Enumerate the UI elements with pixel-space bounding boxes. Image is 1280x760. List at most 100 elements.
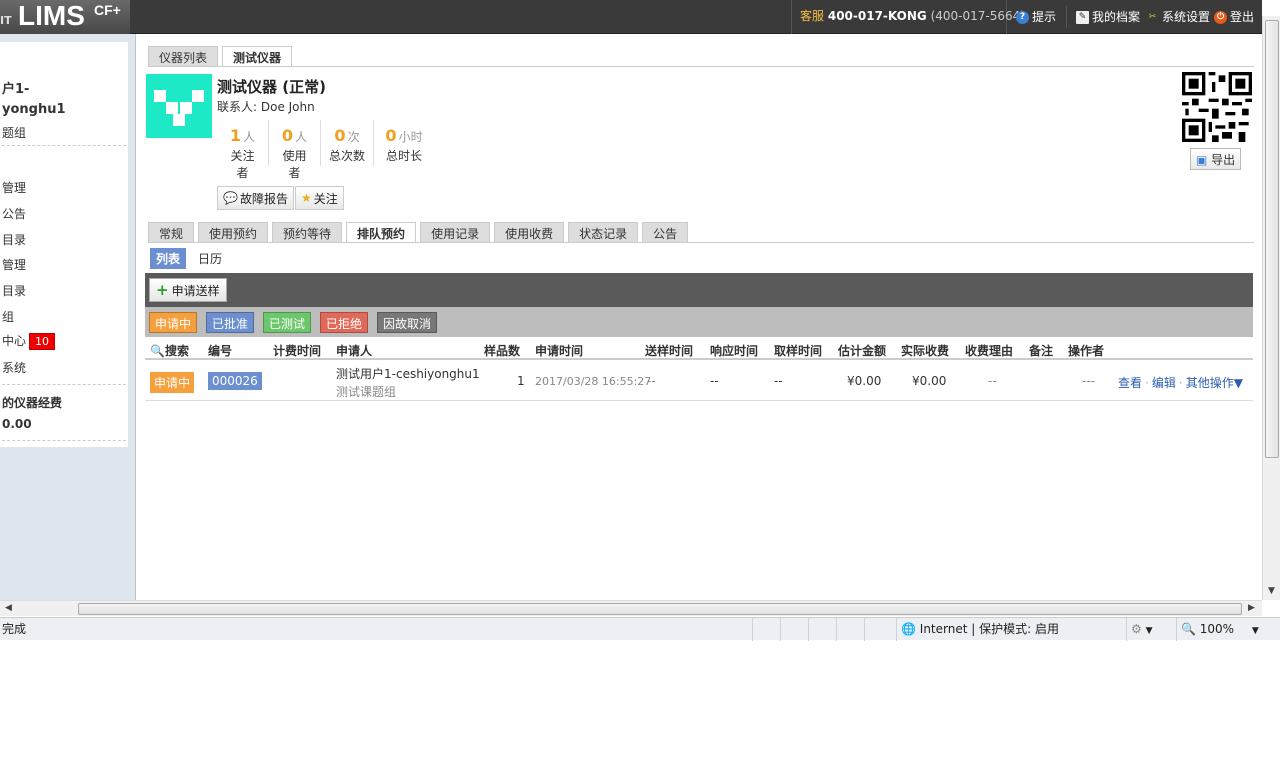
th-apply-time[interactable]: 申请时间: [535, 342, 583, 359]
sidebar-item-announcements[interactable]: 公告: [2, 205, 26, 222]
row-estimated-amount: ¥0.00: [847, 374, 882, 388]
chevron-down-icon: ▼: [1251, 626, 1259, 636]
tab-usage-fees[interactable]: 使用收费: [494, 222, 565, 242]
user-name-line2: yonghu1: [2, 102, 66, 117]
tab-usage-records[interactable]: 使用记录: [420, 222, 491, 242]
tab-status-records[interactable]: 状态记录: [568, 222, 639, 242]
zoom-control[interactable]: 🔍 100% ▼: [1176, 618, 1266, 641]
stat-followers-unit: 人: [243, 130, 256, 144]
filter-tested[interactable]: 已测试: [263, 312, 312, 333]
sidebar-divider: [2, 145, 126, 146]
scroll-right-arrow-icon[interactable]: ▶: [1248, 603, 1255, 613]
search-icon: 🔍: [150, 344, 165, 358]
scroll-left-arrow-icon[interactable]: ◀: [5, 603, 12, 613]
search-column[interactable]: 🔍搜索: [150, 342, 189, 359]
notification-badge: 10: [29, 333, 56, 350]
hotline-number: 400-017-KONG: [827, 9, 927, 23]
stat-users-label: 使用者: [282, 149, 307, 180]
profile-link[interactable]: ✎ 我的档案: [1076, 0, 1140, 34]
profile-label: 我的档案: [1092, 10, 1141, 24]
settings-link[interactable]: ✂ 系统设置: [1146, 0, 1210, 34]
th-estimated-amount[interactable]: 估计金额: [838, 342, 886, 359]
tab-instrument-list[interactable]: 仪器列表: [148, 46, 219, 66]
sidebar-item-management-2[interactable]: 管理: [2, 256, 26, 273]
filter-pending[interactable]: 申请中: [149, 312, 198, 333]
sidebar-user-name[interactable]: 户1- yonghu1: [2, 80, 66, 120]
tab-general[interactable]: 常规: [148, 222, 195, 242]
th-take-time[interactable]: 取样时间: [774, 342, 822, 359]
th-samples[interactable]: 样品数: [484, 342, 520, 359]
follow-button[interactable]: ★ 关注: [295, 186, 344, 210]
sidebar-item-center-label: 中心: [2, 334, 27, 348]
status-cell: [808, 618, 836, 641]
row-send-time: --: [647, 374, 656, 388]
edit-link[interactable]: 编辑: [1152, 376, 1176, 390]
filter-cancelled[interactable]: 因故取消: [377, 312, 438, 333]
th-fee-reason[interactable]: 收费理由: [965, 342, 1013, 359]
sidebar-item-catalog[interactable]: 目录: [2, 231, 26, 248]
tab-test-instrument[interactable]: 测试仪器: [222, 46, 293, 67]
th-operator[interactable]: 操作者: [1068, 342, 1104, 359]
th-id[interactable]: 编号: [208, 342, 232, 359]
th-send-time[interactable]: 送样时间: [645, 342, 693, 359]
th-response-time[interactable]: 响应时间: [710, 342, 758, 359]
detail-tabs: 常规 使用预约 预约等待 排队预约 使用记录 使用收费 状态记录 公告: [148, 222, 689, 243]
sidebar-item-group[interactable]: 组: [2, 308, 14, 325]
row-take-time: --: [774, 374, 783, 388]
vertical-scroll-thumb[interactable]: [1265, 20, 1279, 458]
stat-count[interactable]: 0次 总次数: [321, 120, 374, 166]
tab-list-view[interactable]: 列表: [150, 248, 187, 269]
security-zone[interactable]: 🌐 Internet | 保护模式: 启用: [896, 618, 1126, 641]
tabs-divider: [148, 66, 1254, 67]
sidebar-user-group[interactable]: 题组: [2, 124, 26, 141]
logout-link[interactable]: ⏻ 登出: [1214, 0, 1254, 34]
filter-rejected[interactable]: 已拒绝: [320, 312, 369, 333]
stat-followers-num: 1: [229, 126, 242, 145]
row-samples: 1: [517, 374, 525, 388]
sidebar-item-system[interactable]: 系统: [2, 359, 26, 376]
protected-mode-toggle[interactable]: ⚙ ▼: [1126, 618, 1176, 641]
vertical-scrollbar[interactable]: ▼: [1262, 16, 1280, 600]
sidebar-divider-3: [2, 440, 126, 441]
tab-calendar-view[interactable]: 日历: [192, 248, 228, 269]
edit-profile-icon: ✎: [1076, 10, 1089, 24]
speech-bubble-icon: 💬: [223, 191, 238, 205]
view-link[interactable]: 查看: [1118, 376, 1142, 390]
tab-announcements[interactable]: 公告: [642, 222, 689, 242]
th-actual-fee[interactable]: 实际收费: [901, 342, 949, 359]
scroll-down-arrow-icon[interactable]: ▼: [1268, 586, 1275, 596]
stat-users[interactable]: 0人 使用者: [269, 120, 321, 180]
tab-reservation-wait[interactable]: 预约等待: [272, 222, 343, 242]
security-zone-label: Internet | 保护模式: 启用: [919, 622, 1059, 636]
th-notes[interactable]: 备注: [1029, 342, 1053, 359]
filter-approved[interactable]: 已批准: [206, 312, 255, 333]
row-id[interactable]: 000026: [208, 372, 262, 390]
sidebar-item-center[interactable]: 中心 10: [2, 332, 56, 350]
table-row[interactable]: 申请中 000026 测试用户1-ceshiyonghu1 测试课题组 1 20…: [145, 361, 1253, 401]
export-button[interactable]: ▣ 导出: [1190, 148, 1242, 170]
sidebar-item-management[interactable]: 管理: [2, 179, 26, 196]
tab-queue[interactable]: 排队预约: [346, 222, 417, 243]
apply-sample-button[interactable]: + 申请送样: [149, 278, 227, 302]
sidebar-panel: 户1- yonghu1 题组 管理 公告 目录 管理 目录 组 中心 10 系统 …: [0, 42, 128, 447]
user-name-line1: 户1-: [2, 82, 30, 97]
hotline-alt-number: (400-017-5664): [930, 9, 1025, 23]
th-applicant[interactable]: 申请人: [336, 342, 372, 359]
horizontal-scroll-thumb[interactable]: [78, 603, 1242, 615]
horizontal-scrollbar[interactable]: ◀ ▶: [0, 600, 1262, 616]
stat-duration[interactable]: 0 小时 总时长: [374, 120, 434, 166]
row-fee-reason: --: [988, 374, 997, 388]
logo[interactable]: LIMS: [18, 0, 85, 32]
browser-status-bar: 完成 🌐 Internet | 保护模式: 启用 ⚙ ▼ 🔍 100% ▼: [0, 617, 1280, 641]
row-applicant[interactable]: 测试用户1-ceshiyonghu1: [336, 365, 480, 382]
sidebar-item-catalog-2[interactable]: 目录: [2, 282, 26, 299]
apply-sample-label: 申请送样: [171, 283, 220, 298]
hotline-label: 客服: [800, 9, 825, 23]
th-billing-time[interactable]: 计费时间: [273, 342, 321, 359]
fault-report-button[interactable]: 💬 故障报告: [217, 186, 294, 210]
stat-followers[interactable]: 1人 关注者: [217, 120, 269, 180]
tab-reservations[interactable]: 使用预约: [198, 222, 269, 242]
status-cell: [752, 618, 780, 641]
help-link[interactable]: ? 提示: [1016, 0, 1056, 34]
more-actions-dropdown[interactable]: 其他操作▼: [1186, 376, 1243, 390]
